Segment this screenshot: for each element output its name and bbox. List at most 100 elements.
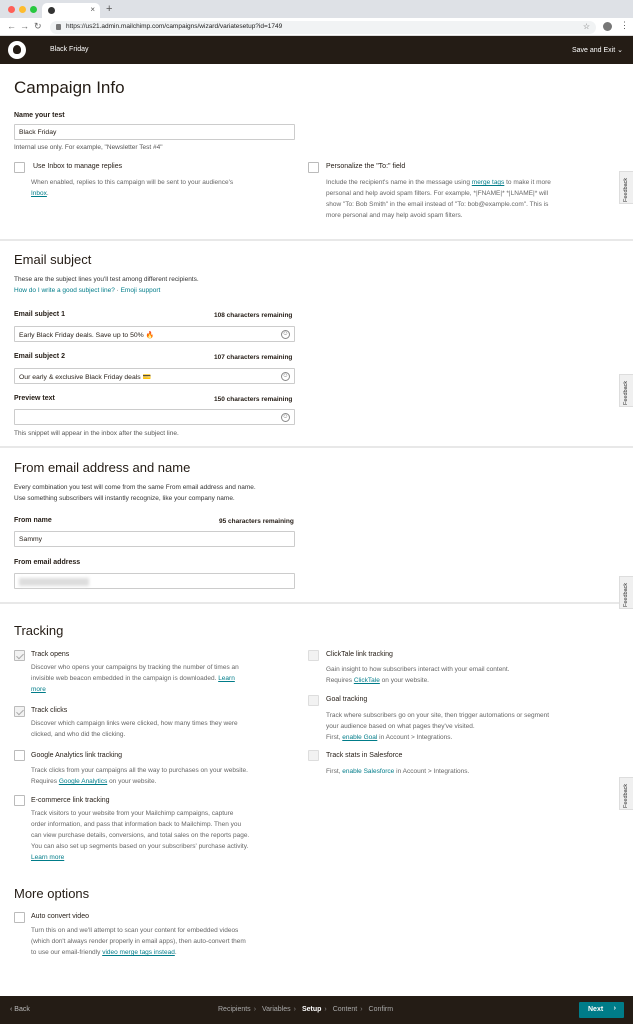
next-button-label: Next (588, 1006, 604, 1013)
step-content[interactable]: Content (333, 1006, 358, 1013)
more-options-title: More options (14, 886, 90, 901)
google-analytics-checkbox[interactable] (14, 750, 25, 761)
goal-tracking-label: Goal tracking (326, 696, 368, 703)
maximize-window-button[interactable] (30, 6, 37, 13)
close-tab-icon[interactable]: × (90, 5, 95, 14)
merge-tags-link[interactable]: merge tags (472, 179, 505, 186)
window-controls (8, 6, 37, 13)
subject1-input[interactable]: Early Black Friday deals. Save up to 50%… (14, 326, 295, 342)
email-subject-intro: These are the subject lines you'll test … (14, 276, 199, 283)
track-opens-label: Track opens (31, 651, 70, 658)
enable-goal-link[interactable]: enable Goal (342, 734, 377, 741)
track-opens-learn-more-link[interactable]: Learn (218, 675, 235, 682)
feedback-tab[interactable]: Feedback (619, 171, 633, 204)
section-divider (0, 446, 633, 448)
personalize-to-checkbox[interactable] (308, 162, 319, 173)
test-name-value: Black Friday (19, 129, 57, 136)
browser-menu-icon[interactable]: ⋮ (620, 20, 629, 31)
google-analytics-desc: Track clicks from your campaigns all the… (31, 767, 248, 785)
section-divider (0, 239, 633, 241)
new-tab-button[interactable]: + (106, 3, 112, 15)
test-name-label: Name your test (14, 112, 65, 119)
auto-convert-video-checkbox[interactable] (14, 912, 25, 923)
emoji-support-link[interactable]: Emoji support (121, 287, 161, 294)
feedback-tab[interactable]: Feedback (619, 374, 633, 407)
preview-text-input[interactable]: ☺ (14, 409, 295, 425)
preview-text-remaining: 150 characters remaining (214, 396, 293, 403)
from-email-input[interactable] (14, 573, 295, 589)
emoji-picker-icon[interactable]: ☺ (281, 372, 290, 381)
goal-tracking-checkbox[interactable] (308, 695, 319, 706)
campaign-info-title: Campaign Info (14, 78, 125, 97)
emoji-picker-icon[interactable]: ☺ (281, 330, 290, 339)
step-confirm[interactable]: Confirm (369, 1006, 394, 1013)
reload-icon[interactable]: ↻ (34, 21, 42, 32)
bookmark-star-icon[interactable]: ☆ (583, 22, 590, 31)
subject2-input[interactable]: Our early & exclusive Black Friday deals… (14, 368, 295, 384)
ecommerce-tracking-label: E-commerce link tracking (31, 797, 110, 804)
minimize-window-button[interactable] (19, 6, 26, 13)
clicktale-checkbox[interactable] (308, 650, 319, 661)
from-name-label: From name (14, 517, 52, 524)
feedback-tab[interactable]: Feedback (619, 777, 633, 810)
from-name-remaining: 95 characters remaining (219, 518, 294, 525)
salesforce-label: Track stats in Salesforce (326, 752, 403, 759)
enable-salesforce-link[interactable]: enable Salesforce (342, 768, 394, 775)
track-clicks-checkbox[interactable] (14, 706, 25, 717)
save-and-exit-button[interactable]: Save and Exit ⌄ (572, 46, 623, 54)
email-subject-title: Email subject (14, 252, 92, 267)
track-opens-learn-more-link[interactable]: more (31, 686, 46, 693)
personalize-to-label: Personalize the "To:" field (326, 163, 406, 170)
emoji-picker-icon[interactable]: ☺ (281, 413, 290, 422)
salesforce-desc: First, enable Salesforce in Account > In… (326, 768, 470, 775)
step-variables[interactable]: Variables (262, 1006, 291, 1013)
inbox-replies-checkbox[interactable] (14, 162, 25, 173)
auto-convert-video-label: Auto convert video (31, 913, 89, 920)
wizard-footer: ‹ Back Recipients › Variables › Setup › Con… (0, 996, 633, 1024)
test-name-help: Internal use only. For example, "Newslet… (14, 144, 163, 151)
from-name-input[interactable]: Sammy (14, 531, 295, 547)
salesforce-checkbox[interactable] (308, 750, 319, 761)
google-analytics-link[interactable]: Google Analytics (59, 778, 107, 785)
subject1-value: Early Black Friday deals. Save up to 50%… (19, 332, 155, 339)
preview-text-label: Preview text (14, 395, 55, 402)
from-intro: Every combination you test will come fro… (14, 484, 256, 502)
subject-line-help-link[interactable]: How do I write a good subject line? (14, 287, 115, 294)
section-divider (0, 602, 633, 604)
video-merge-tags-link[interactable]: video merge tags instead (102, 949, 175, 956)
chevron-right-icon: › (613, 1005, 616, 1012)
track-opens-checkbox[interactable] (14, 650, 25, 661)
wizard-steps: Recipients › Variables › Setup › Content › C… (218, 1006, 394, 1013)
test-name-input[interactable]: Black Friday (14, 124, 295, 140)
mailchimp-logo-icon[interactable] (8, 41, 26, 59)
ecommerce-tracking-checkbox[interactable] (14, 795, 25, 806)
from-email-label: From email address (14, 559, 81, 566)
profile-avatar-icon[interactable] (603, 22, 612, 31)
forward-arrow-icon[interactable]: → (20, 21, 29, 31)
step-setup[interactable]: Setup (302, 1006, 321, 1013)
inbox-link[interactable]: Inbox (31, 190, 47, 197)
subject2-label: Email subject 2 (14, 353, 65, 360)
auto-convert-video-desc: Turn this on and we'll attempt to scan y… (31, 927, 246, 956)
back-arrow-icon[interactable]: ← (7, 21, 16, 31)
browser-tab[interactable]: × (42, 3, 100, 18)
subject1-label: Email subject 1 (14, 311, 65, 318)
close-window-button[interactable] (8, 6, 15, 13)
next-button[interactable]: Next › (579, 1002, 624, 1018)
track-clicks-desc: Discover which campaign links were click… (31, 720, 238, 738)
track-opens-desc: Discover who opens your campaigns by tra… (31, 664, 239, 693)
ecommerce-learn-more-link[interactable]: Learn more (31, 854, 64, 861)
inbox-replies-label: Use Inbox to manage replies (33, 163, 123, 170)
browser-tab-bar: × + (0, 0, 633, 18)
subject-help-links: How do I write a good subject line? · Em… (14, 287, 161, 294)
wizard-content: Campaign Info Name your test Black Frida… (0, 64, 633, 996)
clicktale-label: ClickTale link tracking (326, 651, 393, 658)
url-field[interactable]: https://us21.admin.mailchimp.com/campaig… (50, 21, 596, 34)
feedback-tab[interactable]: Feedback (619, 576, 633, 609)
step-recipients[interactable]: Recipients (218, 1006, 251, 1013)
clicktale-link[interactable]: ClickTale (354, 677, 380, 684)
back-button[interactable]: ‹ Back (10, 1006, 30, 1013)
app-header: Black Friday Save and Exit ⌄ (0, 36, 633, 64)
ecommerce-tracking-desc: Track visitors to your website from your… (31, 810, 250, 861)
from-email-redacted (19, 578, 89, 586)
